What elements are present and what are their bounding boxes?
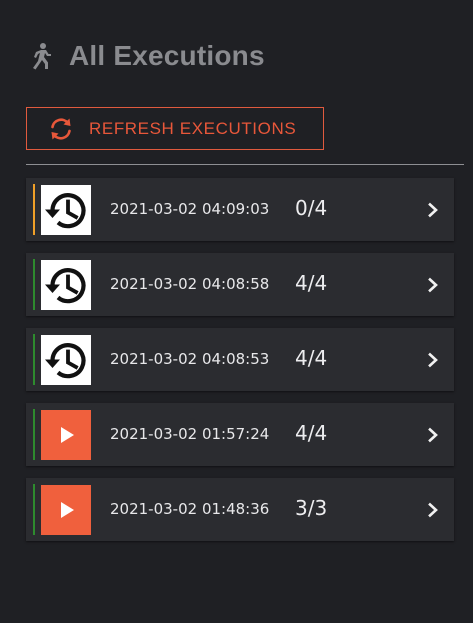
execution-row[interactable]: 2021-03-02 04:08:53 4/4 bbox=[26, 328, 454, 391]
execution-timestamp: 2021-03-02 01:57:24 bbox=[110, 425, 270, 443]
run-icon bbox=[33, 43, 51, 70]
execution-timestamp: 2021-03-02 04:08:53 bbox=[110, 350, 270, 368]
status-indicator bbox=[33, 184, 35, 235]
play-icon bbox=[41, 485, 91, 535]
chevron-right-icon[interactable] bbox=[426, 352, 440, 368]
page-title: All Executions bbox=[69, 40, 265, 71]
execution-count: 0/4 bbox=[295, 196, 328, 220]
execution-timestamp: 2021-03-02 04:09:03 bbox=[110, 200, 270, 218]
status-indicator bbox=[33, 484, 35, 535]
execution-thumbnail bbox=[41, 260, 91, 310]
chevron-right-icon[interactable] bbox=[426, 277, 440, 293]
header-divider bbox=[26, 164, 464, 165]
execution-thumbnail bbox=[41, 410, 91, 460]
chevron-right-icon[interactable] bbox=[426, 502, 440, 518]
executions-list: 2021-03-02 04:09:03 0/4 2021-03-02 04:08:5… bbox=[26, 178, 454, 553]
page-header: All Executions bbox=[28, 40, 265, 72]
history-icon bbox=[41, 185, 91, 235]
status-indicator bbox=[33, 334, 35, 385]
execution-count: 3/3 bbox=[295, 496, 328, 520]
execution-row[interactable]: 2021-03-02 01:57:24 4/4 bbox=[26, 403, 454, 466]
refresh-executions-button[interactable]: REFRESH EXECUTIONS bbox=[26, 107, 324, 150]
executions-page: All Executions REFRESH EXECUTIONS 2021-0… bbox=[0, 0, 473, 623]
execution-row[interactable]: 2021-03-02 04:08:58 4/4 bbox=[26, 253, 454, 316]
execution-thumbnail bbox=[41, 185, 91, 235]
execution-timestamp: 2021-03-02 01:48:36 bbox=[110, 500, 270, 518]
history-icon bbox=[41, 335, 91, 385]
refresh-icon bbox=[51, 118, 71, 139]
execution-timestamp: 2021-03-02 04:08:58 bbox=[110, 275, 270, 293]
execution-thumbnail bbox=[41, 485, 91, 535]
execution-count: 4/4 bbox=[295, 421, 328, 445]
execution-row[interactable]: 2021-03-02 01:48:36 3/3 bbox=[26, 478, 454, 541]
refresh-executions-label: REFRESH EXECUTIONS bbox=[89, 118, 297, 138]
play-icon bbox=[41, 410, 91, 460]
execution-count: 4/4 bbox=[295, 346, 328, 370]
execution-count: 4/4 bbox=[295, 271, 328, 295]
status-indicator bbox=[33, 259, 35, 310]
execution-row[interactable]: 2021-03-02 04:09:03 0/4 bbox=[26, 178, 454, 241]
execution-thumbnail bbox=[41, 335, 91, 385]
status-indicator bbox=[33, 409, 35, 460]
history-icon bbox=[41, 260, 91, 310]
chevron-right-icon[interactable] bbox=[426, 427, 440, 443]
chevron-right-icon[interactable] bbox=[426, 202, 440, 218]
